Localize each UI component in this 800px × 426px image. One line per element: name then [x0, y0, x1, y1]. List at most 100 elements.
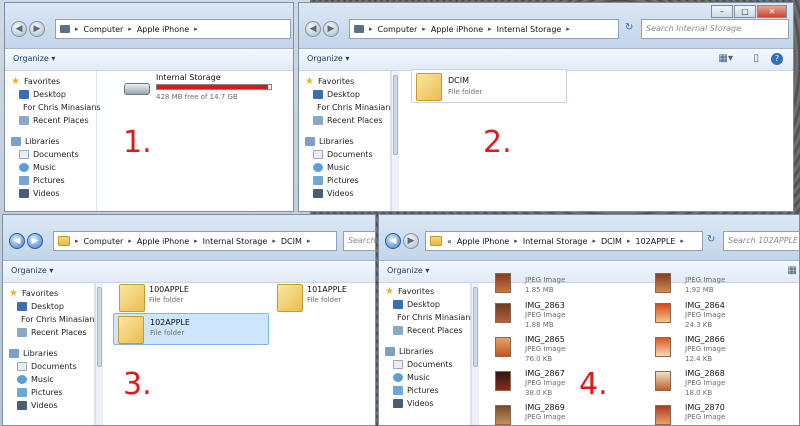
breadcrumb-computer[interactable]: Computer: [84, 25, 124, 34]
nav-for-chris[interactable]: For Chris Minasians: [11, 101, 101, 114]
address-bar[interactable]: ▸ Computer ▸ Apple iPhone ▸: [55, 19, 291, 39]
nav-favorites[interactable]: ★ Favorites: [305, 75, 390, 88]
nav-scrollbar[interactable]: [471, 283, 479, 425]
breadcrumb-computer[interactable]: Computer: [378, 25, 418, 34]
breadcrumb-computer[interactable]: Computer: [84, 237, 124, 246]
nav-recent-places[interactable]: Recent Places: [9, 326, 94, 339]
file-tile[interactable]: IMG_2864 JPEG Image 24.3 KB: [655, 301, 795, 331]
file-tile[interactable]: IMG_2863 JPEG Image 1.88 MB: [495, 301, 645, 331]
folder-tile-100apple[interactable]: 100APPLE File folder: [115, 281, 265, 315]
nav-music[interactable]: Music: [385, 371, 470, 384]
file-tile[interactable]: JPEG Image 1.85 MB: [495, 273, 645, 299]
refresh-icon[interactable]: ↻: [625, 22, 633, 33]
organize-menu[interactable]: Organize ▾: [13, 54, 55, 63]
nav-scrollbar[interactable]: [95, 283, 103, 425]
file-tile[interactable]: IMG_2870 JPEG Image: [655, 403, 795, 425]
breadcrumb-internal-storage[interactable]: Internal Storage: [497, 25, 562, 34]
nav-music[interactable]: Music: [9, 373, 94, 386]
file-tile[interactable]: IMG_2866 JPEG Image 12.4 KB: [655, 335, 795, 365]
organize-menu[interactable]: Organize ▾: [11, 266, 53, 275]
forward-arrow-icon[interactable]: ▶: [29, 21, 45, 37]
breadcrumb-apple-iphone[interactable]: Apple iPhone: [137, 25, 189, 34]
close-button[interactable]: ✕: [757, 5, 787, 18]
nav-desktop[interactable]: Desktop: [9, 300, 94, 313]
nav-music[interactable]: Music: [305, 161, 390, 174]
file-tile[interactable]: IMG_2869 JPEG Image: [495, 403, 645, 425]
scrollbar-thumb[interactable]: [393, 75, 398, 155]
nav-videos[interactable]: Videos: [385, 397, 470, 410]
nav-pictures[interactable]: Pictures: [305, 174, 390, 187]
nav-libraries[interactable]: Libraries: [9, 347, 94, 360]
help-icon[interactable]: ?: [771, 53, 783, 65]
folder-tile-dcim[interactable]: DCIM File folder: [411, 69, 567, 103]
drive-tile[interactable]: Internal Storage 428 MB free of 14.7 GB: [120, 73, 290, 103]
nav-favorites[interactable]: ★ Favorites: [9, 287, 94, 300]
breadcrumb-apple-iphone[interactable]: Apple iPhone: [137, 237, 189, 246]
address-bar[interactable]: ▸ Computer ▸ Apple iPhone ▸ Internal Sto…: [349, 19, 619, 39]
nav-for-chris[interactable]: For Chris Minasians: [385, 311, 475, 324]
organize-menu[interactable]: Organize ▾: [387, 266, 429, 275]
forward-arrow-icon[interactable]: ▶: [403, 233, 419, 249]
nav-music[interactable]: Music: [11, 161, 96, 174]
breadcrumb-dcim[interactable]: DCIM: [281, 237, 302, 246]
nav-desktop[interactable]: Desktop: [305, 88, 390, 101]
breadcrumb-dcim[interactable]: DCIM: [601, 237, 622, 246]
file-tile[interactable]: JPEG Image 1.92 MB: [655, 273, 795, 299]
nav-videos[interactable]: Videos: [9, 399, 94, 412]
file-tile[interactable]: IMG_2867 JPEG Image 38.0 KB: [495, 369, 645, 399]
address-bar[interactable]: « Apple iPhone ▸ Internal Storage ▸ DCIM…: [425, 231, 703, 251]
search-input[interactable]: Search Internal Storage: [641, 19, 789, 39]
nav-scrollbar[interactable]: [391, 71, 399, 211]
folder-tile-101apple[interactable]: 101APPLE File folder: [275, 281, 371, 315]
minimize-button[interactable]: –: [711, 5, 733, 18]
folder-tile-102apple[interactable]: 102APPLE File folder: [113, 313, 269, 345]
file-tile[interactable]: IMG_2868 JPEG Image 18.0 KB: [655, 369, 795, 399]
back-arrow-icon[interactable]: ◀: [305, 21, 321, 37]
maximize-button[interactable]: □: [734, 5, 756, 18]
nav-libraries[interactable]: Libraries: [305, 135, 390, 148]
nav-for-chris[interactable]: For Chris Minasians: [305, 101, 395, 114]
nav-documents[interactable]: Documents: [385, 358, 470, 371]
nav-libraries[interactable]: Libraries: [11, 135, 96, 148]
file-tile[interactable]: IMG_2865 JPEG Image 76.0 KB: [495, 335, 645, 365]
nav-documents[interactable]: Documents: [11, 148, 96, 161]
nav-libraries[interactable]: Libraries: [385, 345, 470, 358]
breadcrumb-102apple[interactable]: 102APPLE: [635, 237, 675, 246]
nav-favorites[interactable]: ★ Favorites: [385, 285, 470, 298]
organize-menu[interactable]: Organize ▾: [307, 54, 349, 63]
nav-desktop[interactable]: Desktop: [385, 298, 470, 311]
nav-pictures[interactable]: Pictures: [11, 174, 96, 187]
back-arrow-icon[interactable]: ◀: [9, 233, 25, 249]
nav-documents[interactable]: Documents: [9, 360, 94, 373]
nav-recent-places[interactable]: Recent Places: [11, 114, 96, 127]
breadcrumb-apple-iphone[interactable]: Apple iPhone: [431, 25, 483, 34]
back-arrow-icon[interactable]: ◀: [385, 233, 401, 249]
nav-pictures[interactable]: Pictures: [385, 384, 470, 397]
breadcrumb-apple-iphone[interactable]: Apple iPhone: [457, 237, 509, 246]
back-arrow-icon[interactable]: ◀: [11, 21, 27, 37]
forward-arrow-icon[interactable]: ▶: [323, 21, 339, 37]
nav-recent-places[interactable]: Recent Places: [385, 324, 470, 337]
nav-label: Documents: [31, 362, 77, 371]
view-options-icon[interactable]: ▦▾: [719, 53, 733, 64]
nav-pictures[interactable]: Pictures: [9, 386, 94, 399]
breadcrumb-overflow[interactable]: «: [447, 237, 452, 246]
forward-arrow-icon[interactable]: ▶: [27, 233, 43, 249]
nav-desktop[interactable]: Desktop: [11, 88, 96, 101]
scrollbar-thumb[interactable]: [473, 287, 478, 367]
nav-documents[interactable]: Documents: [305, 148, 390, 161]
breadcrumb-internal-storage[interactable]: Internal Storage: [203, 237, 268, 246]
breadcrumb-internal-storage[interactable]: Internal Storage: [523, 237, 588, 246]
nav-for-chris[interactable]: For Chris Minasians: [9, 313, 99, 326]
nav-videos[interactable]: Videos: [11, 187, 96, 200]
search-input[interactable]: Search 102APPLE: [723, 231, 799, 251]
address-bar[interactable]: ▸ Computer ▸ Apple iPhone ▸ Internal Sto…: [53, 231, 337, 251]
nav-favorites[interactable]: ★ Favorites: [11, 75, 96, 88]
preview-pane-icon[interactable]: ▯: [753, 53, 759, 64]
drive-icon: [124, 83, 150, 95]
search-input[interactable]: Search DC: [343, 231, 375, 251]
refresh-icon[interactable]: ↻: [707, 234, 715, 245]
nav-videos[interactable]: Videos: [305, 187, 390, 200]
nav-recent-places[interactable]: Recent Places: [305, 114, 390, 127]
scrollbar-thumb[interactable]: [97, 287, 102, 367]
